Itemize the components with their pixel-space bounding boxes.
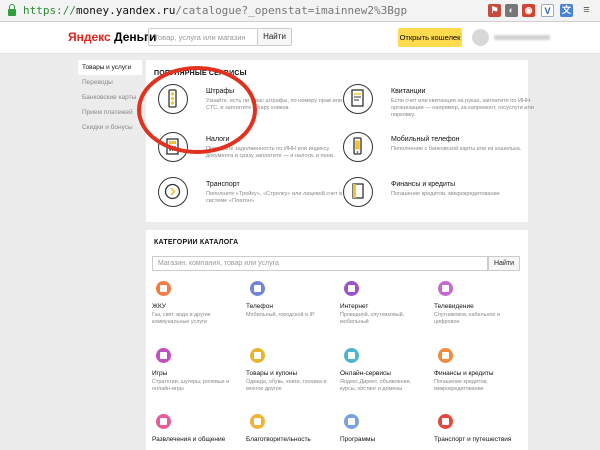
extension-icon[interactable]: ◉ (522, 4, 535, 17)
service-receipts[interactable]: Квитанции Если счет или квитанция на рук… (343, 84, 534, 124)
category-desc: Проводной, спутниковый, мобильный (340, 312, 405, 325)
header-search-button[interactable]: Найти (258, 28, 292, 46)
finance-book-icon (343, 177, 373, 207)
header-search-input[interactable]: Товар, услуга или магазин (148, 28, 258, 46)
popular-services-panel: ПОПУЛЯРНЫЕ СЕРВИСЫ Штрафы Узнайте, есть … (146, 60, 534, 222)
url-text[interactable]: https://money.yandex.ru/catalogue?_opens… (23, 4, 407, 17)
category-title: Игры (152, 370, 168, 377)
service-desc: Погашение кредитов, микрокредитование (391, 191, 500, 197)
tv-icon (438, 281, 453, 296)
category-desc: Одежда, обувь, книги, техника и многое д… (246, 379, 327, 392)
category-desc: Погашение кредитов, микрокредитование (434, 379, 488, 392)
service-desc: Пополнение с банковской карты или из кош… (391, 146, 522, 152)
phone-icon (343, 132, 373, 162)
service-transport[interactable]: Транспорт Пополните «Тройку», «Стрелку» … (158, 177, 348, 217)
service-desc: Узнайте, есть ли у вас штрафы, по номеру… (206, 98, 342, 111)
extension-icon[interactable]: ⚑ (488, 4, 501, 17)
service-title: Квитанции (391, 88, 426, 95)
sidebar-item-payments[interactable]: Прием платежей (78, 105, 142, 120)
category-title: Финансы и кредиты (434, 370, 494, 377)
category-desc: Стратегии, шутеры, ролевые и онлайн-игры (152, 379, 230, 392)
category-desc: Газ, свет, вода и другие коммунальные ус… (152, 312, 211, 325)
transport-card-icon (158, 177, 188, 207)
translate-icon[interactable]: 文 (560, 4, 573, 17)
lock-icon (8, 4, 16, 16)
service-desc: Если счет или квитанция на руках, заплат… (391, 98, 534, 118)
vpn-icon[interactable]: V (541, 4, 554, 17)
gamepad-icon (156, 348, 171, 363)
service-mobile[interactable]: Мобильный телефон Пополнение с банковско… (343, 132, 533, 172)
catalogue-search-button[interactable]: Найти (488, 256, 520, 271)
category-title: Телевидение (434, 303, 474, 310)
service-finance[interactable]: Финансы и кредиты Погашение кредитов, ми… (343, 177, 533, 217)
service-desc: Проверьте задолженность по ИНН или индек… (206, 146, 335, 159)
chat-icon (156, 414, 171, 429)
address-bar[interactable]: https://money.yandex.ru/catalogue?_opens… (0, 0, 600, 22)
category-title: Телефон (246, 303, 273, 310)
program-icon (344, 414, 359, 429)
receipt-icon (343, 84, 373, 114)
globe-icon (344, 281, 359, 296)
category-title: Товары и купоны (246, 370, 298, 377)
house-icon (156, 281, 171, 296)
service-title: Транспорт (206, 181, 240, 188)
popular-services-title: ПОПУЛЯРНЫЕ СЕРВИСЫ (154, 70, 247, 77)
avatar[interactable] (472, 29, 489, 46)
menu-icon[interactable]: ≡ (580, 4, 593, 17)
extension-icon[interactable]: ◐ (505, 4, 518, 17)
heart-icon (250, 414, 265, 429)
sidebar-item-bank-cards[interactable]: Банковские карты (78, 90, 142, 105)
open-wallet-button[interactable]: Открыть кошелек (398, 28, 462, 47)
category-title: Программы (340, 436, 376, 443)
category-title: Интернет (340, 303, 369, 310)
service-title: Налоги (206, 136, 230, 143)
calculator-icon (158, 132, 188, 162)
sidebar-item-discounts[interactable]: Скидки и бонусы (78, 120, 142, 135)
sidebar-item-transfers[interactable]: Переводы (78, 75, 142, 90)
service-desc: Пополните «Тройку», «Стрелку» или лицево… (206, 191, 343, 204)
sidebar-nav: Товары и услуги Переводы Банковские карт… (78, 60, 142, 135)
category-desc: Мобильный, городской и IP (246, 312, 315, 318)
service-taxes[interactable]: Налоги Проверьте задолженность по ИНН ил… (158, 132, 348, 172)
traffic-light-icon (158, 84, 188, 114)
catalogue-search-input[interactable]: Магазин, компания, товар или услуга (152, 256, 488, 271)
plane-icon (438, 414, 453, 429)
category-desc: Яндекс.Директ, объявления, курсы, хостин… (340, 379, 412, 392)
category-title: Транспорт и путешествия (434, 436, 512, 443)
category-title: ЖКУ (152, 303, 166, 310)
service-fines[interactable]: Штрафы Узнайте, есть ли у вас штрафы, по… (158, 84, 348, 124)
service-title: Штрафы (206, 88, 235, 95)
phone-icon (250, 281, 265, 296)
user-name-blurred[interactable] (494, 35, 550, 40)
category-title: Благотворительность (246, 436, 311, 443)
catalogue-title: КАТЕГОРИИ КАТАЛОГА (154, 239, 239, 246)
cloud-icon (344, 348, 359, 363)
yandex-money-logo[interactable]: Яндекс Деньги (68, 30, 156, 44)
sidebar-item-goods[interactable]: Товары и услуги (78, 60, 142, 75)
service-title: Финансы и кредиты (391, 181, 456, 188)
service-title: Мобильный телефон (391, 136, 460, 143)
cart-icon (250, 348, 265, 363)
category-desc: Спутниковое, кабельное и цифровое (434, 312, 500, 325)
category-title: Онлайн-сервисы (340, 370, 391, 377)
finance-icon (438, 348, 453, 363)
category-title: Развлечения и общение (152, 436, 226, 443)
site-header: Яндекс Деньги Товар, услуга или магазин … (0, 22, 600, 54)
